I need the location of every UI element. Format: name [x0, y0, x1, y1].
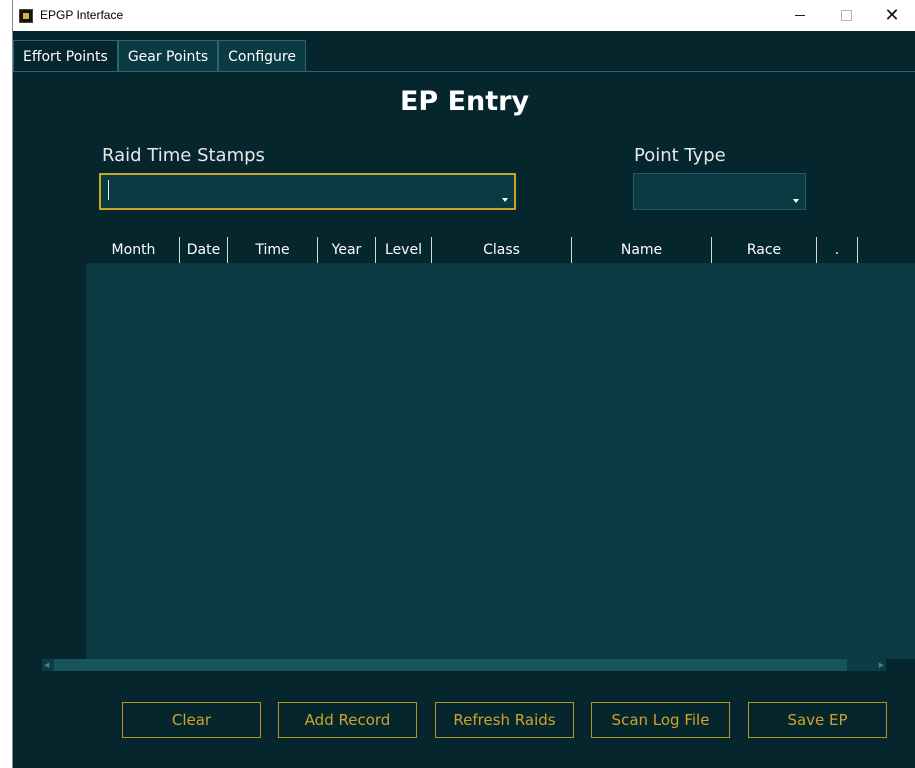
scroll-right-icon[interactable]: ▶ [879, 661, 884, 669]
tab-effort-points[interactable]: Effort Points [13, 40, 118, 72]
tab-bar: Effort Points Gear Points Configure [13, 40, 306, 72]
records-table-body[interactable] [86, 263, 915, 659]
column-separator [857, 237, 858, 263]
minimize-icon [795, 15, 805, 16]
close-button[interactable]: ✕ [869, 0, 915, 31]
column-date[interactable]: Date [180, 237, 227, 263]
tab-gear-points[interactable]: Gear Points [117, 40, 219, 72]
save-ep-button[interactable]: Save EP [748, 702, 887, 738]
scrollbar-thumb[interactable] [54, 659, 847, 671]
raid-time-stamps-combobox[interactable] [99, 173, 516, 210]
table-header: Month Date Time Year Level Class Name Ra… [88, 237, 878, 263]
column-time[interactable]: Time [228, 237, 317, 263]
raid-time-stamps-label: Raid Time Stamps [102, 145, 265, 166]
column-year[interactable]: Year [318, 237, 375, 263]
app-window: EPGP Interface ✕ Effort Points Gear Poin… [12, 0, 915, 768]
column-month[interactable]: Month [88, 237, 179, 263]
add-record-button[interactable]: Add Record [278, 702, 417, 738]
tab-divider [13, 71, 915, 72]
maximize-button[interactable] [823, 0, 869, 31]
column-race[interactable]: Race [712, 237, 816, 263]
dropdown-arrow-icon [502, 198, 508, 202]
point-type-label: Point Type [634, 145, 726, 166]
app-icon [19, 9, 33, 23]
title-bar[interactable]: EPGP Interface ✕ [13, 0, 915, 31]
scan-log-file-button[interactable]: Scan Log File [591, 702, 730, 738]
point-type-combobox[interactable] [633, 173, 806, 210]
column-level[interactable]: Level [376, 237, 431, 263]
text-cursor [108, 180, 109, 200]
minimize-button[interactable] [777, 0, 823, 31]
clear-button[interactable]: Clear [122, 702, 261, 738]
tab-configure[interactable]: Configure [218, 40, 306, 72]
dropdown-arrow-icon [793, 199, 799, 203]
column-class[interactable]: Class [432, 237, 571, 263]
refresh-raids-button[interactable]: Refresh Raids [435, 702, 574, 738]
close-icon: ✕ [884, 4, 900, 26]
column-extra[interactable]: . [817, 237, 857, 263]
maximize-icon [840, 10, 852, 21]
page-title: EP Entry [399, 86, 530, 117]
window-title: EPGP Interface [40, 8, 124, 22]
horizontal-scrollbar[interactable]: ◀ ▶ [42, 659, 886, 671]
column-name[interactable]: Name [572, 237, 711, 263]
scroll-left-icon[interactable]: ◀ [44, 661, 49, 669]
